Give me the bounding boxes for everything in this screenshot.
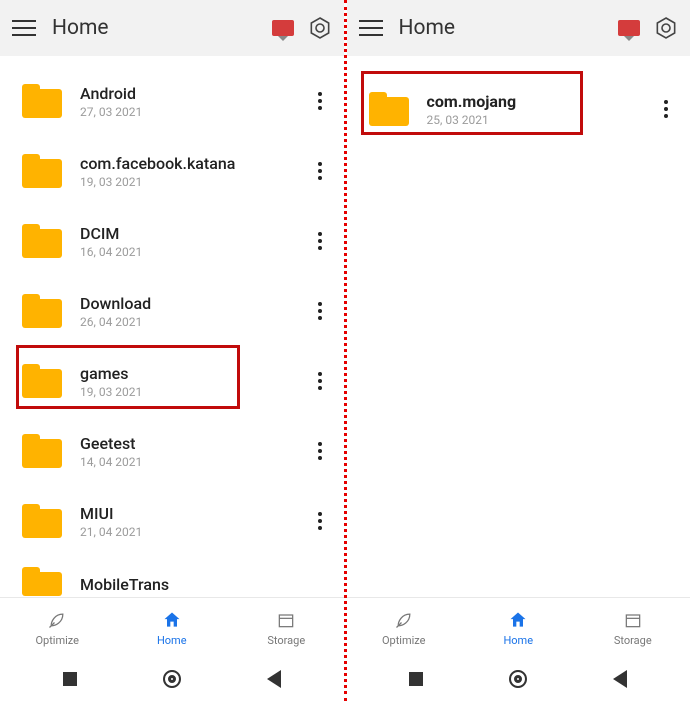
- more-icon[interactable]: [308, 84, 332, 118]
- folder-name: DCIM: [80, 224, 308, 243]
- folder-date: 27, 03 2021: [80, 105, 308, 119]
- home-icon: [508, 609, 528, 631]
- menu-icon[interactable]: [12, 16, 36, 40]
- folder-name: com.facebook.katana: [80, 154, 308, 173]
- nav-label: Optimize: [382, 634, 426, 647]
- rocket-icon: [394, 609, 414, 631]
- folder-row[interactable]: MobileTrans: [0, 556, 344, 597]
- folder-date: 16, 04 2021: [80, 245, 308, 259]
- folder-icon: [22, 294, 62, 328]
- folder-icon: [22, 434, 62, 468]
- nav-label: Home: [503, 634, 533, 647]
- folder-row[interactable]: Geetest 14, 04 2021: [0, 416, 344, 486]
- folder-name: MobileTrans: [80, 575, 332, 594]
- system-nav: [347, 657, 690, 701]
- left-pane: Home Android 27, 03 2021: [0, 0, 344, 701]
- more-icon[interactable]: [654, 92, 678, 126]
- screencast-icon[interactable]: [272, 20, 294, 36]
- system-nav: [0, 657, 344, 701]
- file-list[interactable]: Android 27, 03 2021 com.facebook.katana …: [0, 56, 344, 597]
- folder-row-mojang[interactable]: com.mojang 25, 03 2021: [347, 74, 690, 144]
- right-pane: Home com.mojang 25, 03 2021: [347, 0, 690, 701]
- page-title: Home: [52, 16, 256, 40]
- topbar: Home: [347, 0, 690, 56]
- folder-name: MIUI: [80, 504, 308, 523]
- bottom-nav: Optimize Home Storage: [0, 597, 344, 657]
- folder-row[interactable]: com.facebook.katana 19, 03 2021: [0, 136, 344, 206]
- folder-row-games[interactable]: games 19, 03 2021: [0, 346, 344, 416]
- folder-date: 26, 04 2021: [80, 315, 308, 329]
- folder-date: 14, 04 2021: [80, 455, 308, 469]
- folder-row[interactable]: MIUI 21, 04 2021: [0, 486, 344, 556]
- nav-storage[interactable]: Storage: [576, 598, 690, 657]
- more-icon[interactable]: [308, 294, 332, 328]
- folder-name: com.mojang: [427, 92, 655, 111]
- folder-name: games: [80, 364, 308, 383]
- menu-icon[interactable]: [359, 16, 383, 40]
- recents-button[interactable]: [63, 672, 77, 686]
- folder-row[interactable]: Download 26, 04 2021: [0, 276, 344, 346]
- storage-icon: [623, 609, 643, 631]
- nav-storage[interactable]: Storage: [229, 598, 344, 657]
- nav-optimize[interactable]: Optimize: [0, 598, 115, 657]
- back-button[interactable]: [613, 670, 627, 688]
- folder-row[interactable]: DCIM 16, 04 2021: [0, 206, 344, 276]
- nav-optimize[interactable]: Optimize: [347, 598, 462, 657]
- more-icon[interactable]: [308, 434, 332, 468]
- folder-icon: [22, 224, 62, 258]
- nav-home[interactable]: Home: [461, 598, 576, 657]
- folder-row[interactable]: Android 27, 03 2021: [0, 66, 344, 136]
- folder-icon: [22, 154, 62, 188]
- more-icon[interactable]: [308, 154, 332, 188]
- home-icon: [162, 609, 182, 631]
- folder-icon: [369, 92, 409, 126]
- storage-icon: [276, 609, 296, 631]
- topbar: Home: [0, 0, 344, 56]
- recents-button[interactable]: [409, 672, 423, 686]
- home-button[interactable]: [163, 670, 181, 688]
- screencast-icon[interactable]: [618, 20, 640, 36]
- folder-icon: [22, 84, 62, 118]
- folder-icon: [22, 504, 62, 538]
- back-button[interactable]: [267, 670, 281, 688]
- rocket-icon: [47, 609, 67, 631]
- folder-date: 19, 03 2021: [80, 175, 308, 189]
- folder-name: Download: [80, 294, 308, 313]
- bottom-nav: Optimize Home Storage: [347, 597, 690, 657]
- folder-date: 19, 03 2021: [80, 385, 308, 399]
- nav-label: Home: [157, 634, 187, 647]
- folder-icon: [22, 364, 62, 398]
- page-title: Home: [399, 16, 603, 40]
- settings-icon[interactable]: [308, 16, 332, 40]
- folder-date: 21, 04 2021: [80, 525, 308, 539]
- settings-icon[interactable]: [654, 16, 678, 40]
- more-icon[interactable]: [308, 364, 332, 398]
- home-button[interactable]: [509, 670, 527, 688]
- folder-icon: [22, 567, 62, 597]
- folder-name: Android: [80, 84, 308, 103]
- nav-home[interactable]: Home: [115, 598, 230, 657]
- file-list[interactable]: com.mojang 25, 03 2021: [347, 56, 690, 597]
- folder-date: 25, 03 2021: [427, 113, 655, 127]
- nav-label: Storage: [267, 634, 305, 647]
- folder-name: Geetest: [80, 434, 308, 453]
- more-icon[interactable]: [308, 224, 332, 258]
- nav-label: Optimize: [35, 634, 79, 647]
- nav-label: Storage: [614, 634, 652, 647]
- more-icon[interactable]: [308, 504, 332, 538]
